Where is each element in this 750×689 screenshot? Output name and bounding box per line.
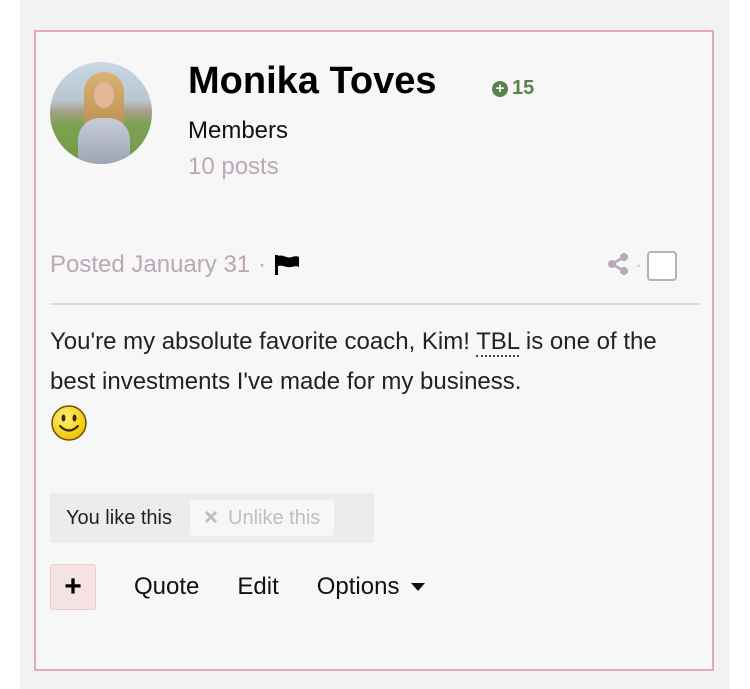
options-menu[interactable]: Options xyxy=(317,573,426,601)
reputation-badge: + 15 xyxy=(492,77,534,100)
smiley-icon xyxy=(51,405,87,441)
multiquote-checkbox[interactable] xyxy=(647,251,678,281)
quote-button[interactable]: Quote xyxy=(134,573,199,601)
reaction-bar: You like this Unlike this xyxy=(50,493,374,543)
share-area: · xyxy=(606,251,678,281)
unlike-button[interactable]: Unlike this xyxy=(190,500,335,536)
reputation-count: 15 xyxy=(512,77,535,99)
plus-circle-icon: + xyxy=(492,80,508,97)
avatar-dress xyxy=(78,118,130,164)
author-name[interactable]: Monika Toves xyxy=(188,60,436,103)
share-separator: · xyxy=(636,257,642,274)
forum-post: Monika Toves + 15 Members 10 posts Poste… xyxy=(34,30,714,671)
divider xyxy=(50,303,700,305)
post-count: 10 posts xyxy=(188,153,279,180)
avatar-face xyxy=(94,82,114,108)
member-group: Members xyxy=(188,117,289,144)
plus-button[interactable]: + xyxy=(50,564,96,610)
flag-icon[interactable] xyxy=(274,254,300,276)
avatar[interactable] xyxy=(50,62,152,164)
caret-down-icon xyxy=(411,583,426,591)
reaction-status: You like this xyxy=(66,506,172,529)
abbreviation-tbl[interactable]: TBL xyxy=(476,328,520,357)
edit-button[interactable]: Edit xyxy=(237,573,278,601)
content-text-start: You're my absolute favorite coach, Kim! xyxy=(50,328,477,355)
unlike-label: Unlike this xyxy=(228,506,321,529)
close-icon xyxy=(204,507,218,530)
post-controls: + Quote Edit Options xyxy=(50,564,426,610)
meta-separator: · xyxy=(258,251,267,278)
options-label: Options xyxy=(316,573,400,600)
share-icon[interactable] xyxy=(606,252,630,281)
posted-date[interactable]: Posted January 31 xyxy=(50,251,250,279)
post-meta: Posted January 31 · xyxy=(50,251,300,279)
post-content: You're my absolute favorite coach, Kim! … xyxy=(50,322,680,442)
